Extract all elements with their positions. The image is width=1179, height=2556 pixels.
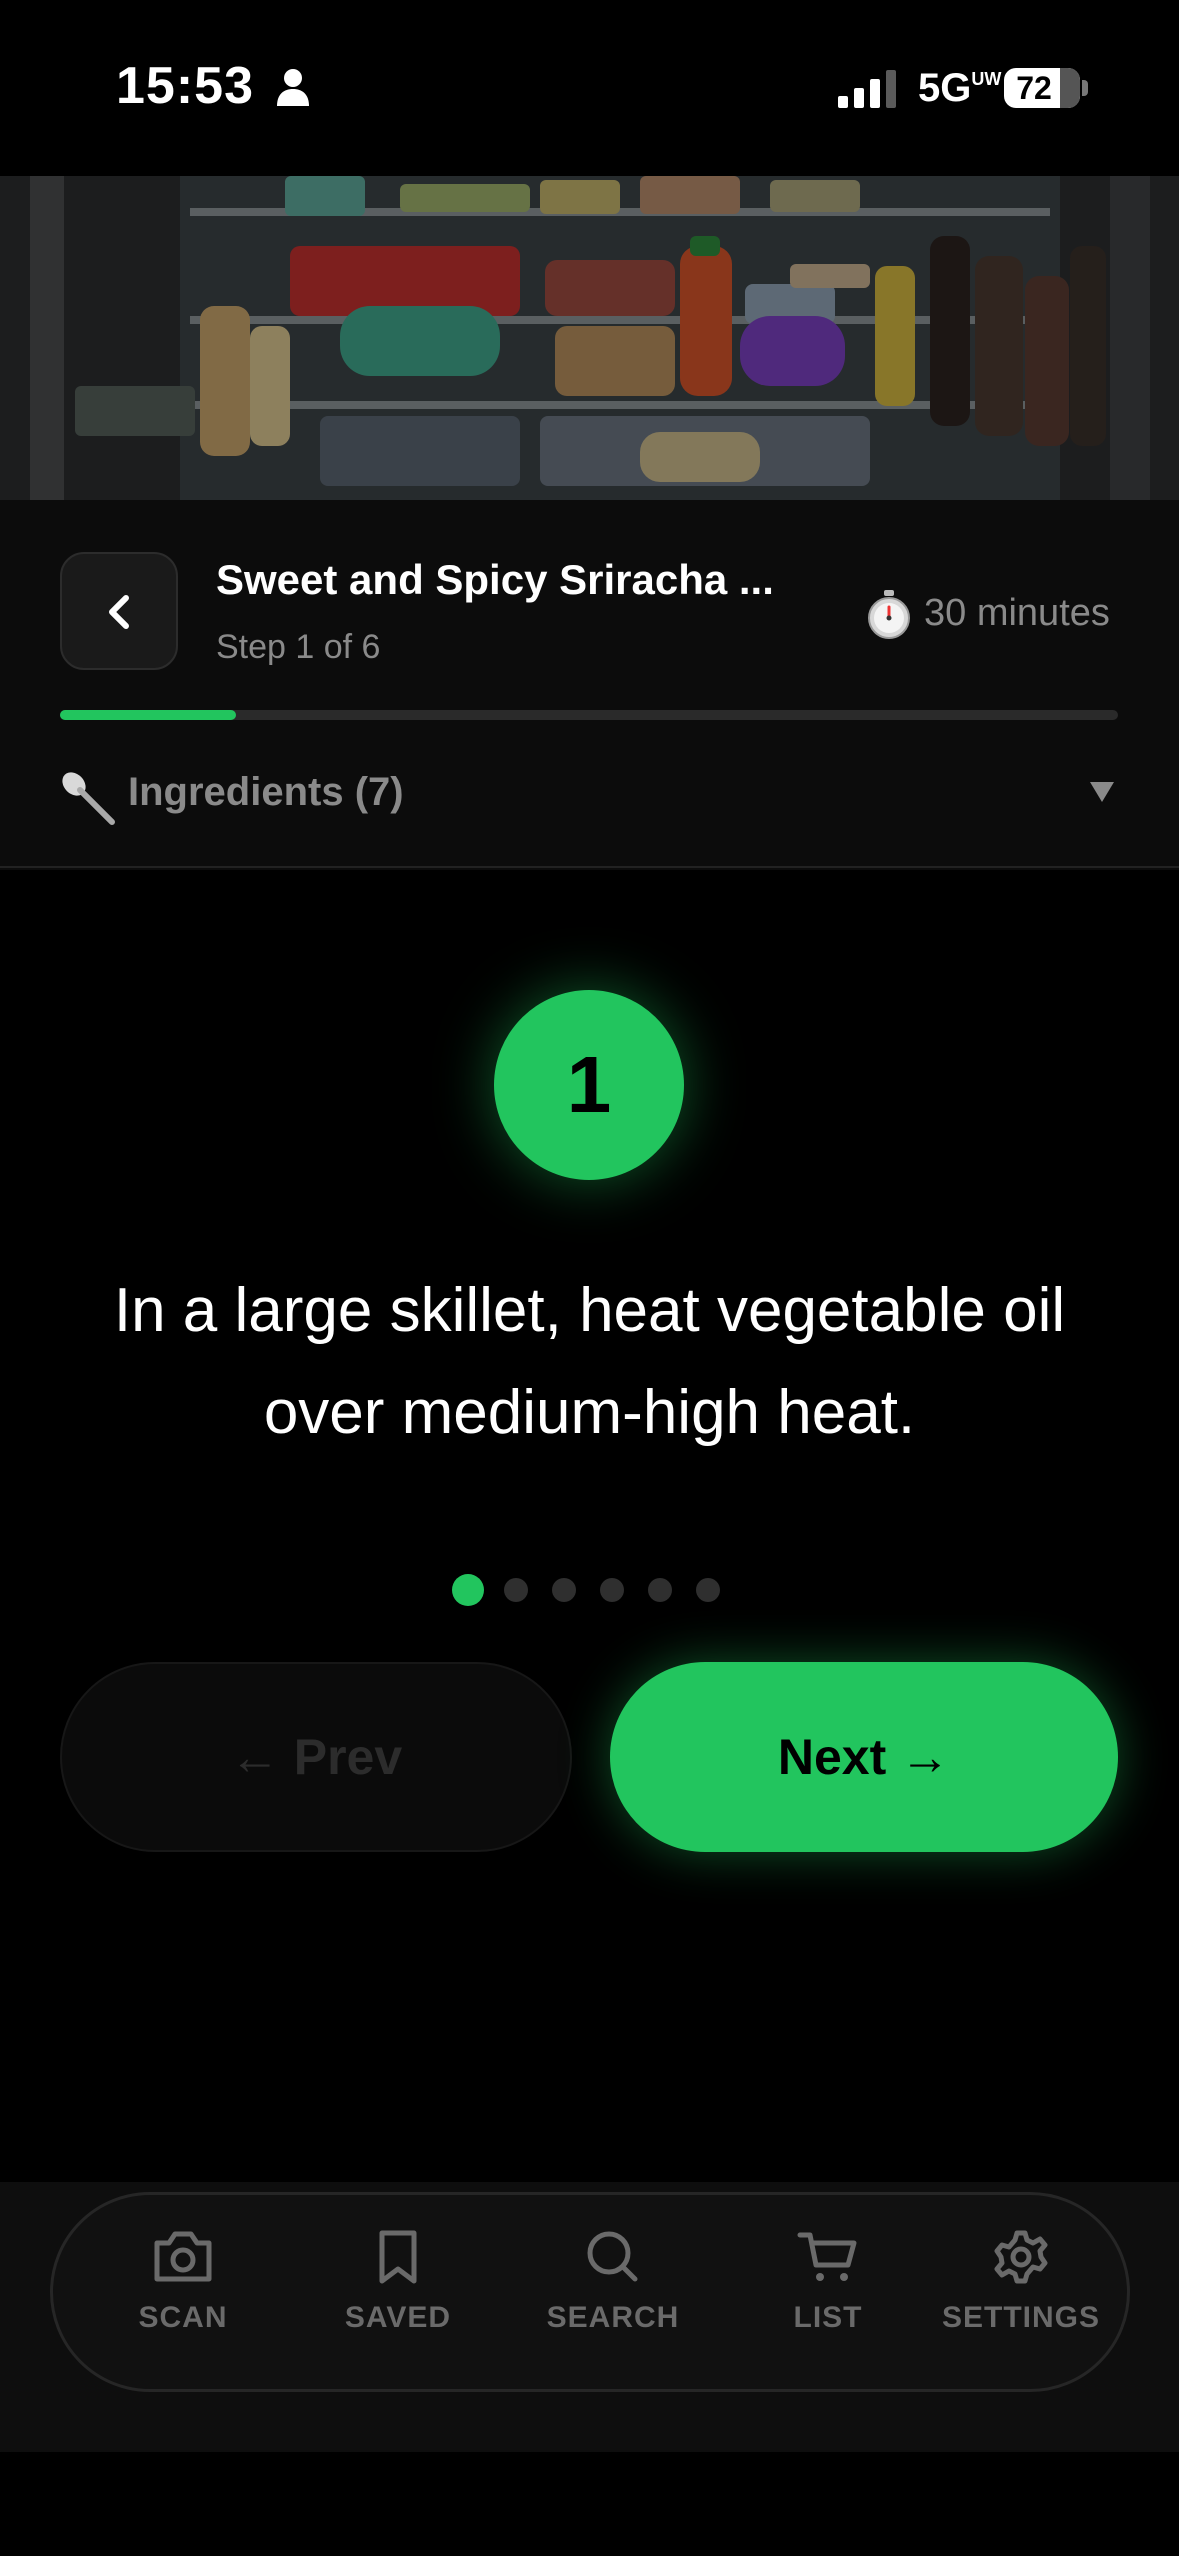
step-number-badge: 1 — [494, 990, 684, 1180]
cart-icon — [797, 2232, 857, 2281]
back-button[interactable] — [60, 552, 178, 670]
status-bar: 15:53 5GUW 72 — [0, 0, 1179, 176]
bottom-nav: SCAN SAVED SEARCH LIST SETTINGS — [50, 2192, 1130, 2392]
search-icon — [587, 2231, 638, 2282]
next-button[interactable]: Next → — [610, 1662, 1118, 1852]
step-progress-fill — [60, 710, 237, 720]
pagination-dot[interactable] — [696, 1578, 720, 1602]
chevron-left-icon — [109, 595, 129, 629]
ingredients-label: Ingredients (7) — [128, 770, 404, 814]
recipe-hero-image — [0, 176, 1179, 500]
fridge-photo — [0, 176, 1179, 500]
nav-item-saved[interactable]: SAVED — [298, 2229, 498, 2369]
home-indicator-area — [0, 2452, 1179, 2556]
nav-label-list: LIST — [793, 2301, 863, 2334]
pagination-dot[interactable] — [452, 1574, 484, 1606]
network-suffix: UW — [971, 68, 1002, 89]
prev-button[interactable]: ← Prev — [60, 1662, 572, 1852]
battery-level: 72 — [1016, 70, 1052, 106]
step-instruction: In a large skillet, heat vegetable oil o… — [113, 1276, 1066, 1447]
network-type: 5GUW — [918, 66, 1001, 111]
person-icon — [277, 69, 309, 106]
network-label: 5G — [918, 66, 972, 110]
nav-item-settings[interactable]: SETTINGS — [921, 2229, 1121, 2369]
battery-icon: 72 — [1004, 68, 1080, 108]
pagination-dot[interactable] — [504, 1578, 528, 1602]
status-time: 15:53 — [116, 57, 254, 115]
recipe-title: Sweet and Spicy Sriracha ... — [216, 556, 774, 603]
cellular-signal-icon — [838, 70, 896, 108]
gear-icon — [994, 2230, 1048, 2284]
pagination-dot[interactable] — [648, 1578, 672, 1602]
nav-item-search[interactable]: SEARCH — [513, 2229, 713, 2369]
nav-label-saved: SAVED — [344, 2301, 452, 2334]
spoon-icon — [62, 772, 115, 825]
nav-label-search: SEARCH — [546, 2301, 680, 2334]
nav-label-settings: SETTINGS — [941, 2301, 1100, 2334]
step-pagination-dots — [452, 1574, 732, 1606]
step-number: 1 — [566, 1040, 612, 1129]
camera-icon — [154, 2231, 212, 2282]
step-progress-bar — [60, 710, 1118, 720]
nav-item-scan[interactable]: SCAN — [83, 2229, 283, 2369]
pagination-dot[interactable] — [600, 1578, 624, 1602]
chevron-down-icon — [1090, 782, 1114, 802]
stopwatch-icon — [868, 590, 910, 639]
bookmark-icon — [379, 2230, 417, 2284]
nav-item-list[interactable]: LIST — [728, 2229, 928, 2369]
nav-label-scan: SCAN — [138, 2301, 228, 2334]
cook-time: 30 minutes — [924, 592, 1110, 634]
step-counter: Step 1 of 6 — [216, 628, 381, 666]
pagination-dot[interactable] — [552, 1578, 576, 1602]
ingredients-toggle[interactable]: Ingredients (7) — [0, 740, 1179, 868]
